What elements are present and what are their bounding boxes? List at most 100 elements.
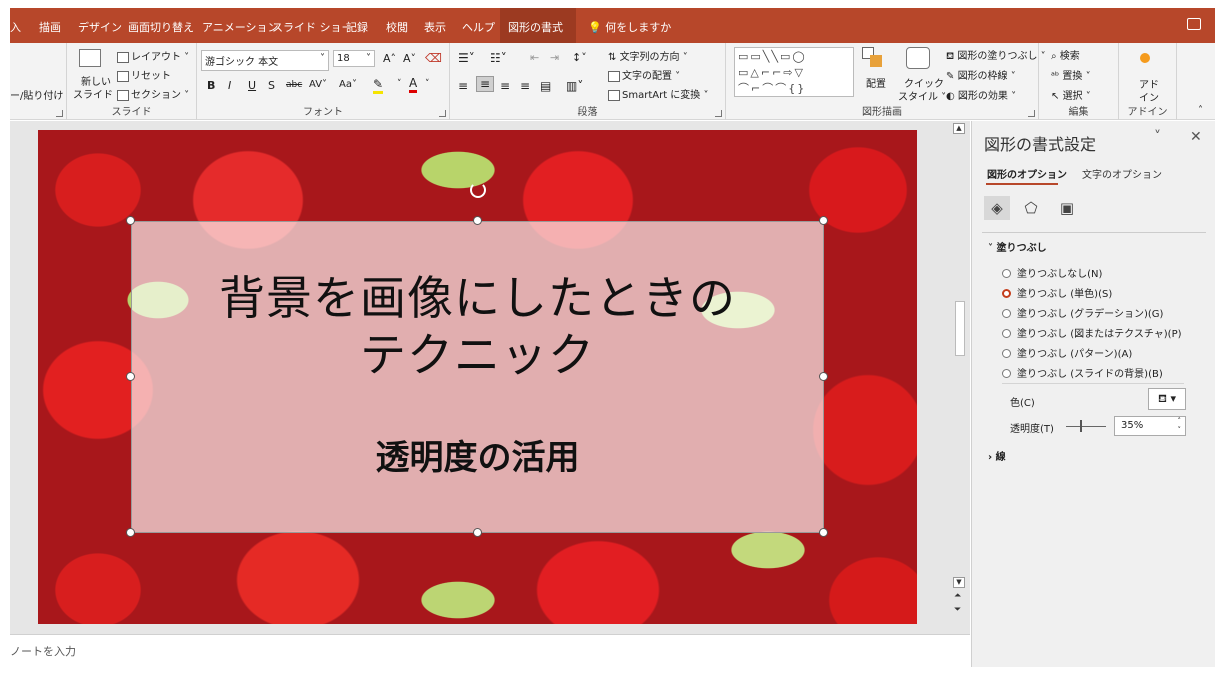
semi-transparent-rectangle[interactable]: 背景を画像にしたときの テクニック 透明度の活用 [131, 221, 824, 533]
slide-subtitle[interactable]: 透明度の活用 [132, 430, 823, 479]
resize-handle[interactable] [473, 216, 482, 225]
radio-circle[interactable] [1002, 369, 1011, 378]
fill-option-radio[interactable]: 塗りつぶしなし(N) [1002, 265, 1102, 280]
tab-review[interactable]: 校閲 [386, 19, 408, 35]
resize-handle[interactable] [819, 528, 828, 537]
align-center-icon[interactable]: ≡ [476, 76, 495, 92]
radio-circle[interactable] [1002, 349, 1011, 358]
align-right-icon[interactable]: ≡ [500, 79, 510, 93]
font-size-select[interactable]: 18 ˅ [333, 50, 375, 67]
tab-text-options[interactable]: 文字のオプション [1082, 166, 1162, 181]
bullets-icon[interactable]: ☰˅ [458, 51, 475, 65]
replace-button[interactable]: ᵃᵇ 置換 ˅ [1051, 67, 1091, 82]
shape-outline-button[interactable]: ✎ 図形の枠線 ˅ [946, 67, 1016, 82]
decrease-indent-icon[interactable]: ⇤ [530, 51, 539, 64]
fill-option-radio[interactable]: 塗りつぶし (スライドの背景)(B) [1002, 365, 1163, 380]
strikethrough-icon[interactable]: abc [286, 80, 302, 90]
radio-circle[interactable] [1002, 269, 1011, 278]
radio-circle[interactable] [1002, 289, 1011, 298]
next-slide-icon[interactable]: ⏷ [954, 605, 961, 615]
decrease-font-icon[interactable]: A˅ [403, 52, 416, 65]
tab-transitions[interactable]: 画面切り替え [128, 19, 194, 35]
reset-button[interactable]: リセット [117, 67, 171, 82]
arrange-icon[interactable] [862, 47, 884, 69]
italic-icon[interactable]: I [228, 79, 231, 92]
comment-icon[interactable] [1187, 18, 1201, 30]
increase-indent-icon[interactable]: ⇥ [550, 51, 559, 64]
tab-design[interactable]: デザイン [78, 19, 122, 35]
new-slide-label2[interactable]: スライド ˅ [73, 86, 121, 101]
tab-slideshow[interactable]: スライド ショー [272, 19, 353, 35]
radio-circle[interactable] [1002, 309, 1011, 318]
addins-label2[interactable]: イン [1139, 89, 1159, 104]
fill-option-radio[interactable]: 塗りつぶし (パターン)(A) [1002, 345, 1132, 360]
select-button[interactable]: ↖ 選択 ˅ [1051, 87, 1091, 102]
shape-fill-button[interactable]: ⛾ 図形の塗りつぶし ˅ [946, 47, 1046, 64]
align-left-icon[interactable]: ≡ [458, 79, 468, 93]
resize-handle[interactable] [473, 528, 482, 537]
resize-handle[interactable] [819, 372, 828, 381]
char-spacing-icon[interactable]: AV˅ [309, 79, 327, 90]
clipboard-launcher-icon[interactable] [56, 110, 63, 117]
font-launcher-icon[interactable] [439, 110, 446, 117]
collapse-ribbon-icon[interactable]: ˄ [1198, 105, 1203, 116]
fill-line-icon[interactable]: ◈ [984, 196, 1010, 220]
align-text-button[interactable]: 文字の配置 ˅ [608, 67, 680, 82]
transparency-slider[interactable] [1066, 426, 1106, 427]
fill-option-radio[interactable]: 塗りつぶし (グラデーション)(G) [1002, 305, 1163, 320]
tab-insert[interactable]: 入 [10, 19, 21, 35]
tab-shape-format[interactable]: 図形の書式 [500, 8, 576, 43]
fill-option-radio[interactable]: 塗りつぶし (図またはテクスチャ)(P) [1002, 325, 1182, 340]
tell-me-search[interactable]: 💡 何をしますか [588, 19, 671, 35]
resize-handle[interactable] [126, 372, 135, 381]
shape-effects-button[interactable]: ◐ 図形の効果 ˅ [946, 87, 1016, 102]
line-spacing-icon[interactable]: ↕˅ [572, 51, 587, 64]
resize-handle[interactable] [126, 216, 135, 225]
increase-font-icon[interactable]: A˄ [383, 52, 396, 65]
chevron-down-icon[interactable]: ˅ [425, 79, 430, 89]
scroll-thumb[interactable] [955, 301, 965, 356]
notes-pane[interactable]: ノートを入力 [10, 634, 970, 667]
fill-section-header[interactable]: ˅ 塗りつぶし [988, 239, 1047, 254]
arrange-button[interactable]: 配置 [866, 75, 886, 90]
tab-record[interactable]: 記録 [346, 19, 368, 35]
text-direction-button[interactable]: ⇅ 文字列の方向 ˅ [608, 48, 688, 63]
justify-icon[interactable]: ≡ [520, 79, 530, 93]
shapes-gallery[interactable]: ▭▭╲╲▭◯ ▭△⌐⌐⇨▽ ⌒⌐⌒⌒{} [734, 47, 854, 97]
paragraph-launcher-icon[interactable] [715, 110, 722, 117]
font-name-select[interactable]: 游ゴシック 本文 ˅ [201, 50, 329, 71]
distributed-icon[interactable]: ▤ [540, 79, 551, 93]
underline-icon[interactable]: U [248, 79, 256, 92]
tab-help[interactable]: ヘルプ [462, 19, 495, 35]
quick-styles-label2[interactable]: スタイル ˅ [898, 88, 946, 103]
shadow-icon[interactable]: S [268, 79, 275, 92]
layout-button[interactable]: レイアウト ˅ [117, 48, 189, 63]
clear-format-icon[interactable]: ⌫ [425, 51, 442, 65]
quick-styles-icon[interactable] [906, 47, 930, 69]
smartart-button[interactable]: SmartArt に変換 ˅ [608, 86, 708, 101]
prev-slide-icon[interactable]: ⏶ [954, 591, 961, 601]
highlight-icon[interactable]: ✎ [373, 77, 384, 94]
tab-shape-options[interactable]: 図形のオプション [987, 166, 1067, 181]
effects-pentagon-icon[interactable]: ⬠ [1018, 196, 1044, 220]
tab-view[interactable]: 表示 [424, 19, 446, 35]
drawing-launcher-icon[interactable] [1028, 110, 1035, 117]
transparency-input[interactable]: 35% ˄ ˅ [1114, 416, 1186, 436]
chevron-down-icon[interactable]: ˅ [1154, 129, 1161, 145]
color-picker-button[interactable]: ⛾ ▾ [1148, 388, 1186, 410]
bold-icon[interactable]: B [207, 79, 215, 92]
vertical-scrollbar[interactable]: ▲ ▼ ⏶ ⏷ [948, 121, 970, 634]
transparency-slider-handle[interactable] [1080, 420, 1082, 432]
tab-draw[interactable]: 描画 [39, 19, 61, 35]
scroll-up-icon[interactable]: ▲ [953, 123, 965, 134]
section-button[interactable]: セクション ˅ [117, 86, 189, 101]
spinner-icon[interactable]: ˄ ˅ [1178, 417, 1182, 435]
slide-title[interactable]: 背景を画像にしたときの テクニック [132, 270, 823, 384]
scroll-down-icon[interactable]: ▼ [953, 577, 965, 588]
close-icon[interactable]: ✕ [1190, 129, 1202, 145]
radio-circle[interactable] [1002, 329, 1011, 338]
find-button[interactable]: ⌕ 検索 [1051, 47, 1080, 62]
resize-handle[interactable] [126, 528, 135, 537]
columns-icon[interactable]: ▥˅ [566, 79, 583, 93]
size-properties-icon[interactable]: ▣ [1054, 196, 1080, 220]
